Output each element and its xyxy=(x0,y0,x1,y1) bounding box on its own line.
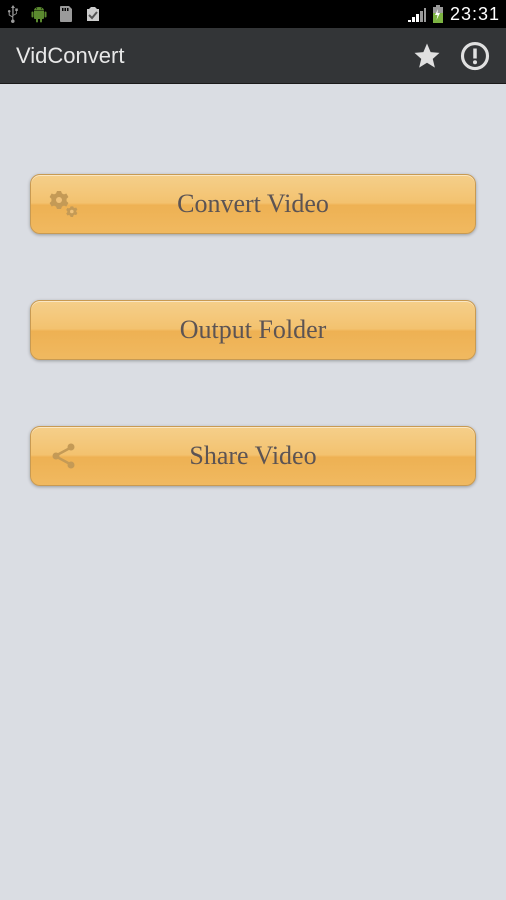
output-folder-label: Output Folder xyxy=(180,315,327,345)
checkmark-box-icon xyxy=(84,5,102,23)
gears-icon xyxy=(49,188,81,220)
share-icon xyxy=(49,441,79,471)
convert-video-button[interactable]: Convert Video xyxy=(30,174,476,234)
status-clock: 23:31 xyxy=(450,4,500,25)
share-video-label: Share Video xyxy=(189,441,316,471)
output-folder-button[interactable]: Output Folder xyxy=(30,300,476,360)
signal-icon xyxy=(408,6,426,22)
status-right-icons: 23:31 xyxy=(408,4,500,25)
app-bar-actions xyxy=(412,41,490,71)
convert-video-label: Convert Video xyxy=(177,189,329,219)
app-bar: VidConvert xyxy=(0,28,506,84)
usb-icon xyxy=(6,5,20,23)
share-video-button[interactable]: Share Video xyxy=(30,426,476,486)
app-title: VidConvert xyxy=(16,43,124,69)
main-content: Convert Video Output Folder Share Video xyxy=(0,84,506,486)
status-left-icons xyxy=(6,5,102,23)
alert-circle-icon[interactable] xyxy=(460,41,490,71)
android-icon xyxy=(30,5,48,23)
status-bar: 23:31 xyxy=(0,0,506,28)
star-icon[interactable] xyxy=(412,41,442,71)
battery-icon xyxy=(432,5,444,23)
sd-card-icon xyxy=(58,5,74,23)
